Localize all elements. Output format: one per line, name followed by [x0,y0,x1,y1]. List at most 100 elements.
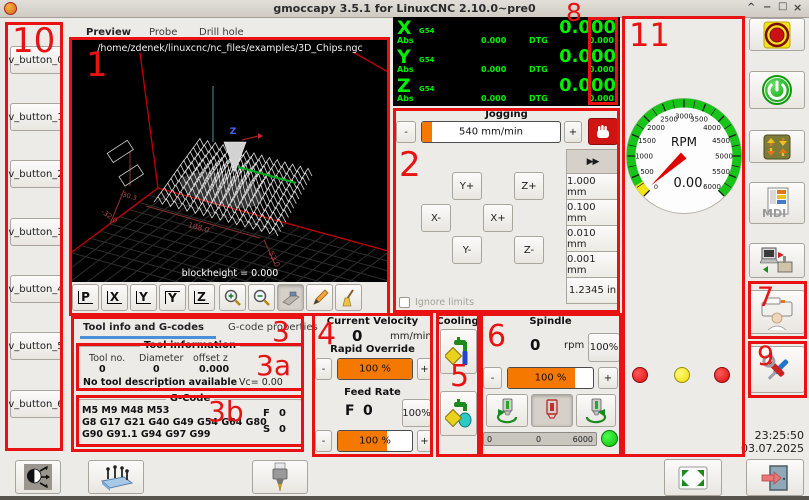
jog-speed-minus-button[interactable]: - [396,121,416,143]
exit-door-icon [760,464,790,492]
sidebar-item-v-button-2[interactable]: v_button_2 [10,160,62,188]
touch-plate-button[interactable] [88,460,144,494]
tool-measure-button[interactable] [252,460,308,494]
increment-1mm[interactable]: 1.000 mm [566,173,619,200]
increment-001mm[interactable]: 0.010 mm [566,225,619,252]
shade-button[interactable]: ^ [747,2,755,13]
gcode-s-label: S [263,424,270,435]
gauge-tick-5000: 5000 [715,153,733,161]
gauge-tick-500: 500 [640,168,653,176]
tool-change-button[interactable] [749,290,805,334]
annotation-label-11: 11 [629,19,670,51]
spindle-reset-button[interactable]: 100% [588,333,620,362]
increment-0001mm[interactable]: 0.001 mm [566,251,619,278]
jog-x-plus-button[interactable]: X+ [483,204,513,232]
jog-speed-plus-button[interactable]: + [564,121,582,143]
sidebar-item-v-button-1[interactable]: v_button_1 [10,103,62,131]
tab-tool-info[interactable]: Tool info and G-codes [83,322,204,333]
feed-override-slider[interactable]: 100 % [337,430,413,452]
zoom-in-button[interactable] [219,284,246,311]
maximize-button[interactable]: □ [778,1,787,12]
tab-gcode-properties[interactable]: G-code properties [228,322,318,333]
spindle-cw-button[interactable] [576,394,616,427]
tool-description: No tool description available [83,377,237,388]
view-x-button[interactable]: X [101,284,128,311]
sidebar-item-v-button-0[interactable]: v_button_0 [10,46,62,74]
jog-increment-list: ▶▶ 1.000 mm 0.100 mm 0.010 mm 0.001 mm 1… [566,149,619,304]
rapid-plus-button[interactable]: + [417,358,432,380]
home-all-axes-button[interactable] [749,130,805,163]
sidebar-item-v-button-4[interactable]: v_button_4 [10,275,62,303]
sidebar-item-v-button-3[interactable]: v_button_3 [10,218,62,246]
gauge-tick-1500: 1500 [638,137,656,145]
estop-button[interactable] [749,18,805,51]
touch-off-button[interactable] [15,460,61,494]
operator-machine-icon [758,294,796,330]
estop-icon [763,21,791,49]
machine-setup-button[interactable] [749,243,805,278]
dro-coord-system: G54 [419,27,435,35]
jog-y-plus-button[interactable]: Y+ [452,172,482,200]
tab-drill-hole[interactable]: Drill hole [199,27,244,38]
sidebar-item-v-button-5[interactable]: v_button_5 [10,332,62,360]
current-velocity-title: Current Velocity [313,316,432,327]
spindle-ccw-button[interactable] [486,394,528,427]
gauge-tick-2000: 2000 [647,124,665,132]
spindle-minus-button[interactable]: - [483,367,502,389]
spindle-plus-button[interactable]: + [598,367,618,389]
ignore-limits-checkbox[interactable] [399,297,410,308]
view-z-button[interactable]: Z [188,284,215,311]
jog-z-plus-button[interactable]: Z+ [514,172,544,200]
zoom-out-icon [252,288,272,308]
spindle-stop-button[interactable] [531,394,573,427]
dro-row-y: Y G54 0.000 Abs 0.000 DTG 0.000 [393,46,620,75]
machine-led-right [714,367,730,383]
rapid-override-value: 100 % [338,364,412,375]
clear-plot-button[interactable] [335,284,362,311]
jog-x-minus-button[interactable]: X- [421,204,451,232]
gremlin-preview-canvas[interactable]: 108.0 53.0 -32.0 -30.3 Z /home/zdenek/li… [72,40,388,282]
close-button[interactable]: × [793,1,802,14]
settings-button[interactable] [749,346,805,393]
jog-speed-slider[interactable]: 540 mm/min [421,121,561,143]
toolpath-toggle-button[interactable] [277,284,304,311]
jog-y-minus-button[interactable]: Y- [452,236,482,264]
rapid-override-slider[interactable]: 100 % [337,358,413,380]
jog-z-minus-button[interactable]: Z- [514,236,544,264]
spindle-override-slider[interactable]: 100 % [507,367,594,389]
feed-reset-button[interactable]: 100% [402,399,431,427]
minimize-button[interactable]: − [763,2,771,13]
tab-probe[interactable]: Probe [149,27,177,38]
view-y2-button[interactable]: Y [159,284,186,311]
feed-plus-button[interactable]: + [417,430,432,452]
dro-dtg-label: DTG [529,65,548,74]
sidebar-item-v-button-6[interactable]: v_button_6 [10,390,62,418]
view-y-button[interactable]: Y [130,284,157,311]
rapid-minus-button[interactable]: - [315,358,332,380]
offset-z-header: offset z [193,353,228,364]
spindle-stop-icon [541,397,563,424]
machine-power-button[interactable] [749,71,805,109]
mist-coolant-button[interactable] [440,329,477,374]
rapid-move-line [238,167,296,183]
increment-01mm[interactable]: 0.100 mm [566,199,619,226]
increment-inch[interactable]: 1.2345 in [566,277,619,304]
dimensions-button[interactable] [306,284,333,311]
hand-jog-mode-button[interactable] [588,118,618,145]
machine-led-left [632,367,648,383]
flood-coolant-button[interactable] [440,391,477,436]
view-p-button[interactable]: P [72,284,99,311]
increment-continuous[interactable]: ▶▶ [566,149,619,174]
gauge-tick-1000: 1000 [635,153,653,161]
fullscreen-button[interactable] [664,459,722,496]
dro-abs-label: Abs [397,65,414,74]
hand-icon [593,124,613,140]
mdi-mode-button[interactable]: MDI [749,182,805,224]
zoom-out-button[interactable] [248,284,275,311]
gcode-line-2: G8 G17 G21 G40 G49 G54 G64 G80 [82,417,267,428]
annotation-box-11 [622,16,745,457]
fullscreen-icon [678,466,708,490]
feed-minus-button[interactable]: - [315,430,332,452]
dro-panel[interactable]: X G54 0.000 Abs 0.000 DTG 0.000 Y G54 0.… [393,17,620,106]
exit-button[interactable] [746,459,804,496]
